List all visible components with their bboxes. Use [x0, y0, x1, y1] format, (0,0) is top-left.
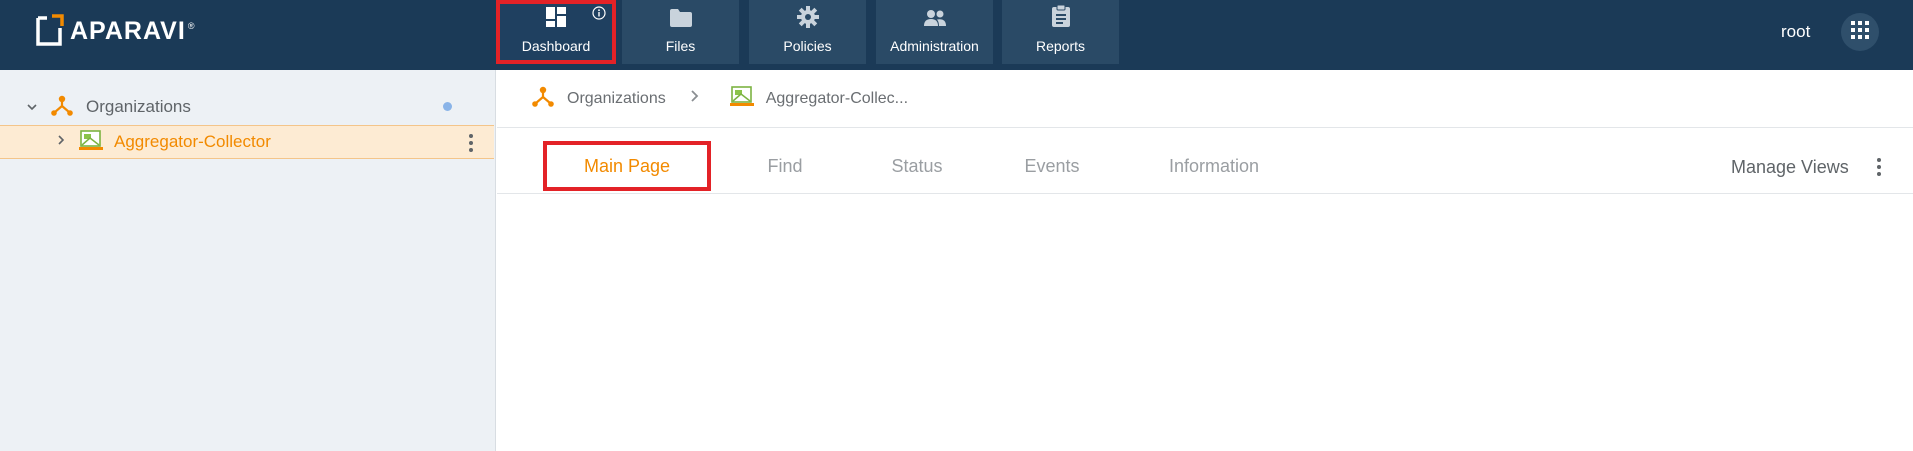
org-tree-icon [531, 85, 555, 112]
tab-events[interactable]: Events [997, 141, 1107, 191]
user-menu[interactable]: root [1781, 22, 1810, 42]
nav-label: Policies [783, 38, 832, 54]
breadcrumb-item-organizations[interactable]: Organizations [567, 90, 666, 108]
info-icon[interactable] [592, 6, 606, 25]
nav-label: Reports [1035, 38, 1086, 54]
breadcrumb: Organizations Aggregator-Collec... [497, 70, 1913, 128]
tab-status[interactable]: Status [862, 141, 972, 191]
collector-icon [79, 129, 103, 156]
collector-icon [729, 85, 754, 112]
tab-find[interactable]: Find [742, 141, 828, 191]
tree-label: Aggregator-Collector [114, 132, 271, 151]
org-tree-icon [50, 94, 74, 121]
dashboard-icon [545, 6, 567, 33]
tree-item-organizations[interactable]: Organizations [0, 92, 494, 122]
breadcrumb-item-collector[interactable]: Aggregator-Collec... [766, 90, 908, 108]
clipboard-icon [1051, 4, 1071, 33]
folder-icon [669, 8, 693, 33]
users-icon [922, 8, 948, 33]
gear-icon [796, 6, 819, 33]
nav-reports[interactable]: Reports [1002, 0, 1119, 64]
nav-administration[interactable]: Administration [876, 0, 993, 64]
view-tabs: Main Page Find Status Events Information… [497, 129, 1913, 194]
chevron-down-icon[interactable] [26, 98, 38, 116]
sidebar-tree: Organizations Aggregator-Collector [0, 70, 496, 451]
tab-information[interactable]: Information [1139, 141, 1289, 191]
tab-main-page[interactable]: Main Page [543, 141, 711, 191]
nav-label: Dashboard [521, 38, 591, 54]
main-content [497, 195, 1913, 451]
brand-name: APARAVI [70, 16, 186, 45]
tree-item-aggregator-collector[interactable]: Aggregator-Collector [0, 125, 494, 159]
nav-label: Administration [890, 38, 979, 54]
apps-button[interactable] [1841, 13, 1879, 51]
nav-label: Files [665, 38, 696, 54]
logo-mark-icon [34, 14, 64, 48]
top-bar: APARAVI ® Dashboard Files Policies Admin… [0, 0, 1913, 70]
nav-policies[interactable]: Policies [749, 0, 866, 64]
more-options-icon[interactable] [469, 134, 473, 152]
manage-views-button[interactable]: Manage Views [1731, 157, 1849, 178]
nav-dashboard[interactable]: Dashboard [496, 0, 616, 64]
tree-label: Organizations [86, 97, 191, 116]
grid-icon [1851, 20, 1869, 44]
registered-mark: ® [187, 21, 195, 31]
status-dot [443, 102, 452, 111]
aparavi-logo[interactable]: APARAVI ® [34, 13, 194, 49]
nav-files[interactable]: Files [622, 0, 739, 64]
more-options-icon[interactable] [1877, 158, 1881, 176]
chevron-right-icon [690, 89, 700, 108]
chevron-right-icon[interactable] [57, 133, 67, 151]
